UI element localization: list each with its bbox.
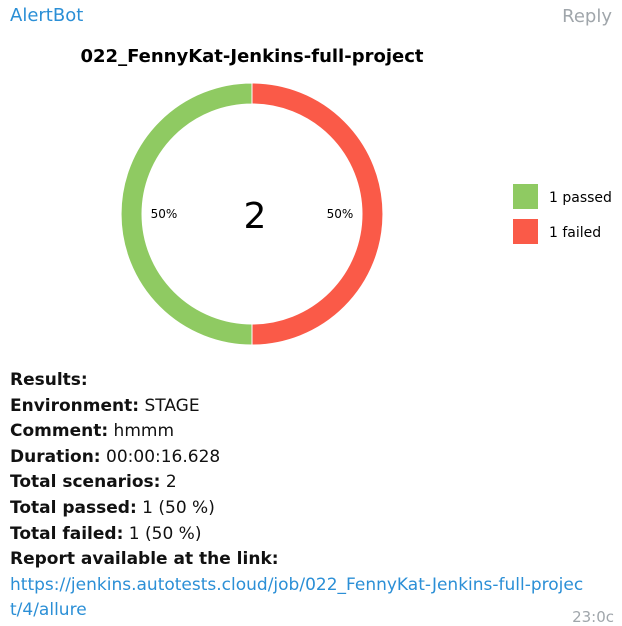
total-passed-line: Total passed: 1 (50 %) bbox=[10, 497, 215, 518]
slice-percent-label: 50% bbox=[151, 207, 178, 221]
chart-svg: 022_FennyKat-Jenkins-full-project 50% 50%… bbox=[81, 46, 612, 346]
legend-swatch bbox=[513, 219, 538, 244]
legend-label: 1 passed bbox=[549, 190, 612, 206]
sender-name[interactable]: AlertBot bbox=[10, 5, 83, 26]
message-time: 23:0ϲ bbox=[572, 608, 614, 626]
chart-center-total: 2 bbox=[244, 196, 267, 237]
comment-line: Comment: hmmm bbox=[10, 421, 174, 442]
chart-title: 022_FennyKat-Jenkins-full-project bbox=[81, 46, 424, 67]
slice-percent-label: 50% bbox=[327, 207, 354, 221]
results-text: Results: Environment: STAGE Comment: hmm… bbox=[10, 368, 610, 624]
legend-swatch bbox=[513, 184, 538, 209]
results-heading: Results: bbox=[10, 370, 88, 390]
message-header: AlertBot Reply bbox=[0, 0, 622, 36]
legend-label: 1 failed bbox=[549, 225, 601, 241]
pie-slice-1-failed bbox=[251, 82, 384, 346]
chart-legend: 1 passed 1 failed bbox=[513, 184, 612, 244]
pie-slice-1-passed bbox=[120, 82, 253, 346]
report-label-line: Report available at the link: bbox=[10, 549, 279, 570]
duration-line: Duration: 00:00:16.628 bbox=[10, 446, 221, 467]
total-failed-line: Total failed: 1 (50 %) bbox=[10, 523, 202, 544]
environment-line: Environment: STAGE bbox=[10, 395, 200, 416]
report-link[interactable]: https://jenkins.autotests.cloud/job/022_… bbox=[10, 573, 590, 624]
total-scenarios-line: Total scenarios: 2 bbox=[10, 472, 177, 493]
reply-button[interactable]: Reply bbox=[562, 6, 612, 27]
pie-chart: 022_FennyKat-Jenkins-full-project 50% 50%… bbox=[0, 38, 622, 356]
